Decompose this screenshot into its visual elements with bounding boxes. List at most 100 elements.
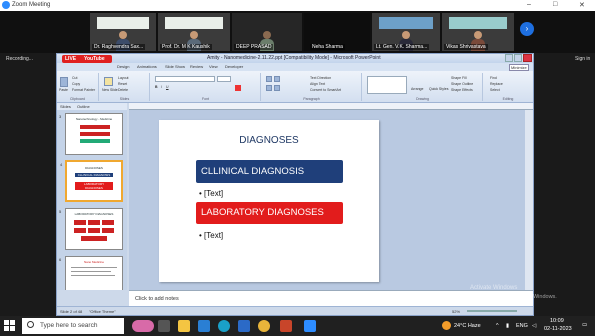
thumbnail-text-line [71, 271, 111, 272]
laboratory-diagnoses-heading[interactable]: LABORATORY DIAGNOSES [196, 202, 343, 224]
drawing-group: Arrange Quick Styles Shape Fill Shape Ou… [363, 73, 483, 101]
zoom-slider[interactable] [467, 310, 517, 312]
next-participants-button[interactable]: › [520, 22, 534, 36]
weather-icon[interactable] [442, 321, 451, 330]
paste-label[interactable]: Paste [59, 88, 68, 92]
quick-styles-button[interactable]: Quick Styles [429, 87, 448, 91]
tab-view[interactable]: View [209, 64, 218, 69]
new-slide-icon[interactable] [104, 77, 113, 86]
select-button[interactable]: Select [490, 88, 500, 92]
format-painter-button[interactable]: Format Painter [72, 88, 95, 92]
minimize-icon[interactable]: – [527, 1, 531, 8]
zoom-app-icon[interactable] [304, 320, 316, 332]
font-size-select[interactable] [217, 76, 231, 82]
tab-design[interactable]: Design [117, 64, 129, 69]
chevron-up-icon[interactable]: ^ [496, 323, 499, 329]
participant-name: Prof. Dr. M K Kaushik [160, 44, 212, 50]
zoom-level[interactable]: 52% [452, 309, 460, 314]
clinical-diagnosis-heading[interactable]: CLLINICAL DIAGNOSIS [196, 160, 343, 183]
ppt-maximize-icon[interactable] [514, 54, 522, 62]
paste-icon[interactable] [60, 77, 68, 87]
participant-name: Neha Sharma [310, 44, 345, 50]
new-slide-label[interactable]: New Slide [102, 88, 118, 92]
slide-title[interactable]: DIAGNOSES [159, 135, 379, 146]
chrome-icon[interactable] [258, 320, 270, 332]
replace-button[interactable]: Replace [490, 82, 503, 86]
tab-slide-show[interactable]: Slide Show [165, 64, 185, 69]
cut-button[interactable]: Cut [72, 76, 77, 80]
slide-thumbnail[interactable]: 3 Nanotechnology - Medicine [59, 113, 123, 155]
volume-icon[interactable]: ◁ [532, 323, 536, 329]
arrange-button[interactable]: Arrange [411, 87, 423, 91]
current-slide[interactable]: DIAGNOSES CLLINICAL DIAGNOSIS • [Text] L… [159, 120, 379, 282]
participant-tile[interactable]: Dr. Raghvendra Sax... [90, 13, 156, 51]
edge-icon[interactable] [218, 320, 230, 332]
align-text-button[interactable]: Align Text [310, 82, 325, 86]
participant-tile[interactable]: Neha Sharma [304, 13, 370, 51]
file-explorer-icon[interactable] [178, 320, 190, 332]
clock-time[interactable]: 10:09 [550, 318, 564, 324]
vertical-scrollbar[interactable] [525, 110, 533, 290]
store-icon[interactable] [238, 320, 250, 332]
mail-icon[interactable] [198, 320, 210, 332]
font-color-icon[interactable] [235, 85, 241, 91]
slide-thumbnail[interactable]: 6 Nano Medicine [59, 256, 123, 290]
maximize-icon[interactable]: □ [553, 1, 557, 8]
tab-outline[interactable]: Outline [77, 104, 90, 109]
tab-review[interactable]: Review [190, 64, 203, 69]
widgets-icon[interactable] [132, 320, 154, 332]
group-label: Editing [502, 97, 514, 101]
recording-label[interactable]: Recording... [6, 56, 33, 62]
thumbnail-text-line [71, 275, 115, 276]
delete-button[interactable]: Delete [118, 88, 128, 92]
bullet-text-placeholder[interactable]: • [Text] [199, 189, 223, 198]
shape-outline-button[interactable]: Shape Outline [451, 82, 473, 86]
copy-button[interactable]: Copy [72, 82, 80, 86]
editing-group: Find Replace Select Editing [484, 73, 532, 101]
find-button[interactable]: Find [490, 76, 497, 80]
network-icon[interactable]: ▮ [506, 323, 509, 329]
clock-date[interactable]: 02-11-2023 [544, 326, 572, 332]
slide-thumbnail-selected[interactable]: 4 DIAGNOSES CLLINICAL DIAGNOSIS LABORATO… [60, 160, 123, 202]
slide-thumbnail[interactable]: 5 LABORATORY DIAGNOSES [59, 208, 123, 250]
youtube-live-tab[interactable]: LIVE YouTube [62, 55, 112, 63]
layout-button[interactable]: Layout [118, 76, 129, 80]
convert-smartart-button[interactable]: Convert to SmartArt [310, 88, 341, 92]
thumbnail-shape [80, 132, 110, 136]
ppt-close-icon[interactable] [523, 54, 532, 62]
ppt-minimize-icon[interactable] [505, 54, 513, 62]
tab-developer[interactable]: Developer [225, 64, 243, 69]
windows-start-icon[interactable] [4, 320, 16, 332]
powerpoint-icon[interactable] [280, 320, 292, 332]
font-name-select[interactable] [155, 76, 215, 82]
participant-tile[interactable]: Prof. Dr. M K Kaushik [158, 13, 230, 51]
numbering-icon[interactable] [274, 76, 280, 82]
notifications-icon[interactable]: ▭ [582, 322, 587, 328]
align-left-icon[interactable] [266, 85, 272, 91]
participant-tile[interactable]: DEEP PRASAD [232, 13, 302, 51]
participant-tile[interactable]: Lt. Gen. V.K. Sharma... [372, 13, 440, 51]
tab-animations[interactable]: Animations [137, 64, 157, 69]
bullets-icon[interactable] [266, 76, 272, 82]
group-label: Font [201, 97, 209, 101]
minimize-ribbon-button[interactable]: Minimize [509, 64, 529, 71]
language-indicator[interactable]: ENG [516, 323, 528, 329]
italic-icon[interactable]: I [161, 85, 162, 89]
task-view-icon[interactable] [158, 320, 170, 332]
weather-text[interactable]: 24°C Haze [454, 323, 481, 329]
bold-icon[interactable]: B [155, 85, 158, 89]
shape-fill-button[interactable]: Shape Fill [451, 76, 467, 80]
reset-button[interactable]: Reset [118, 82, 127, 86]
shape-effects-button[interactable]: Shape Effects [451, 88, 473, 92]
thumbnail-shape [80, 125, 110, 129]
close-icon[interactable]: ✕ [579, 1, 585, 9]
tab-slides[interactable]: Slides [60, 104, 71, 109]
sign-in-link[interactable]: Sign in [575, 56, 590, 62]
bullet-text-placeholder[interactable]: • [Text] [199, 231, 223, 240]
shapes-gallery[interactable] [367, 76, 407, 94]
underline-icon[interactable]: U [166, 85, 169, 89]
align-center-icon[interactable] [274, 85, 280, 91]
participant-tile[interactable]: Vikas Shrivastava [442, 13, 514, 51]
text-direction-button[interactable]: Text Direction [310, 76, 331, 80]
taskbar-search-input[interactable]: Type here to search [22, 318, 124, 334]
